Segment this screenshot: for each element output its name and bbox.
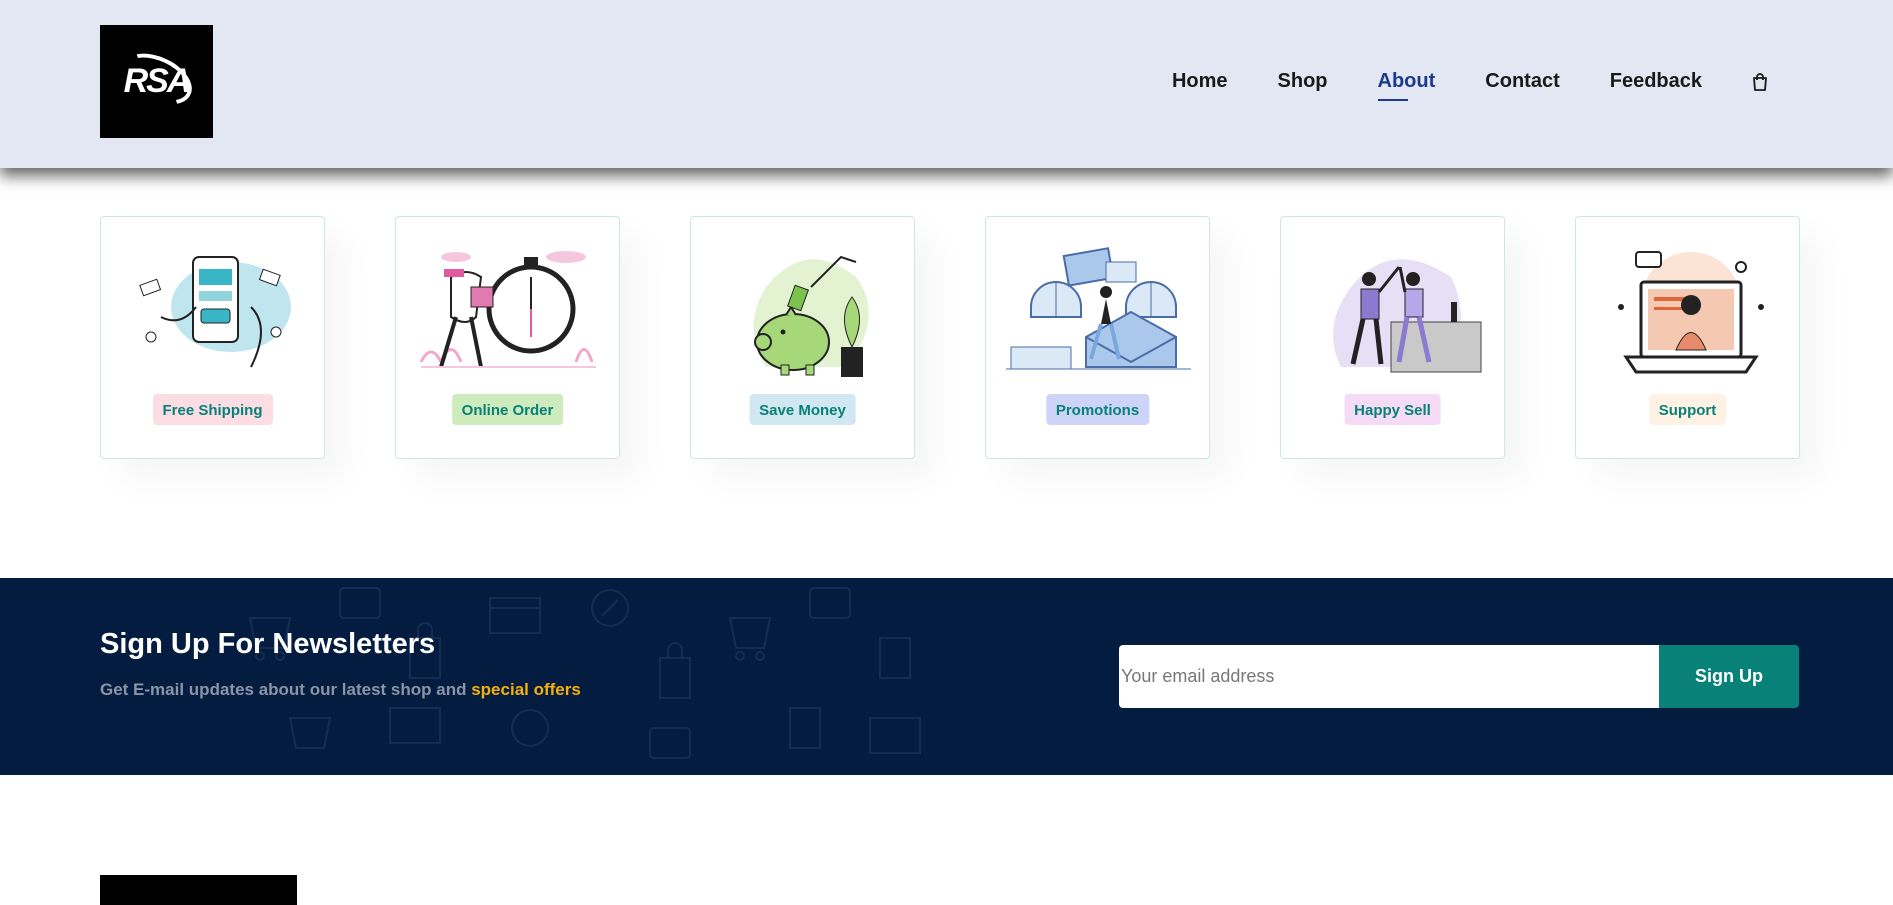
footer-logo[interactable] — [100, 875, 297, 905]
feature-card-promotions[interactable]: Promotions — [985, 216, 1210, 459]
high-five-illustration — [1333, 259, 1482, 373]
nav-feedback[interactable]: Feedback — [1610, 70, 1702, 93]
feature-card-save-money[interactable]: Save Money — [690, 216, 915, 459]
email-input[interactable] — [1119, 645, 1659, 708]
nav-shop[interactable]: Shop — [1278, 70, 1328, 93]
features-section: Free Shipping Online Order Save Money Pr… — [100, 216, 1800, 459]
logo[interactable]: RSA — [100, 25, 213, 138]
newsletter-subtitle-text: Get E-mail updates about our latest shop… — [100, 680, 472, 699]
feature-label: Promotions — [1045, 394, 1150, 425]
logo-text: RSA — [123, 62, 192, 100]
feature-card-online-order[interactable]: Online Order — [395, 216, 620, 459]
feature-label: Happy Sell — [1344, 394, 1441, 425]
promotions-illustration — [1006, 247, 1191, 370]
payment-phone-illustration — [139, 256, 291, 368]
newsletter-highlight: special offers — [471, 680, 581, 699]
support-laptop-illustration — [1618, 251, 1764, 374]
newsletter-form: Sign Up — [1119, 645, 1799, 708]
sign-up-button[interactable]: Sign Up — [1659, 645, 1799, 708]
shopping-bag-icon[interactable] — [1752, 72, 1768, 91]
main-navigation: Home Shop About Contact Feedback — [1122, 70, 1768, 101]
feature-label: Save Money — [749, 394, 856, 425]
feature-card-support[interactable]: Support — [1575, 216, 1800, 459]
nav-contact[interactable]: Contact — [1485, 70, 1559, 93]
feature-label: Online Order — [451, 394, 564, 425]
piggy-bank-illustration — [753, 255, 869, 377]
feature-label: Support — [1648, 394, 1727, 425]
feature-label: Free Shipping — [152, 394, 273, 425]
shopping-pattern-background — [248, 587, 921, 759]
delivery-clock-illustration — [419, 251, 596, 368]
site-header: RSA Home Shop About Contact Feedback — [0, 0, 1893, 168]
feature-card-free-shipping[interactable]: Free Shipping — [100, 216, 325, 459]
feature-card-happy-sell[interactable]: Happy Sell — [1280, 216, 1505, 459]
newsletter-title: Sign Up For Newsletters — [100, 628, 436, 660]
newsletter-subtitle: Get E-mail updates about our latest shop… — [100, 680, 581, 700]
nav-about[interactable]: About — [1377, 70, 1435, 101]
newsletter-section: Sign Up For Newsletters Get E-mail updat… — [0, 578, 1893, 775]
nav-home[interactable]: Home — [1172, 70, 1228, 93]
